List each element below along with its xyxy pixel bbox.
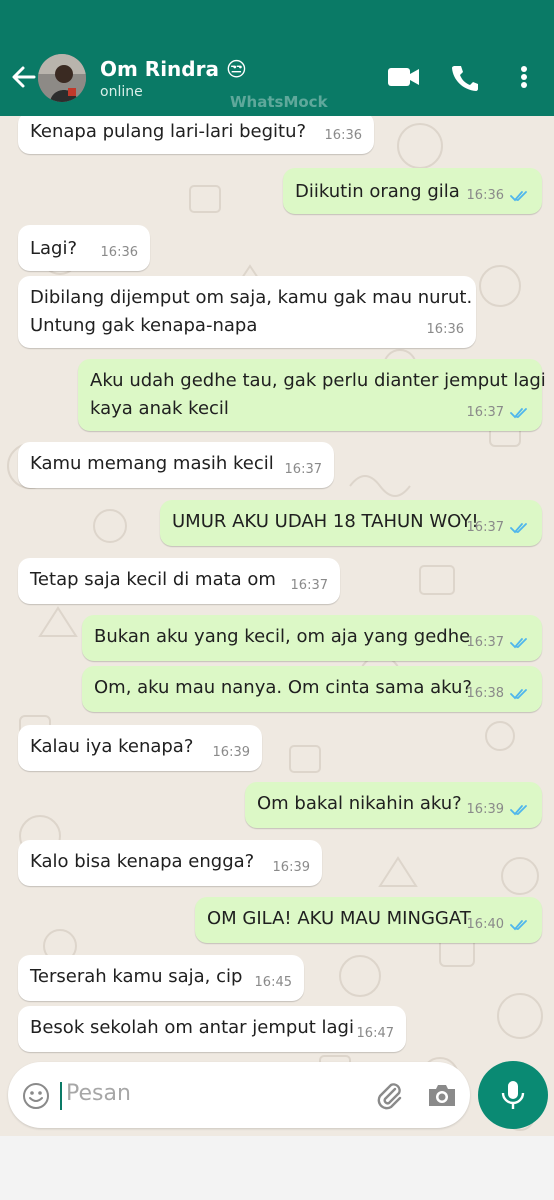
message-bubble-incoming[interactable]: Terserah kamu saja, cip 16:45	[18, 955, 304, 1001]
message-composer[interactable]: Pesan	[8, 1062, 470, 1128]
message-meta: 16:47	[357, 1020, 394, 1048]
message-time: 16:39	[272, 860, 310, 875]
message-bubble-outgoing[interactable]: Aku udah gedhe tau, gak perlu dianter je…	[78, 359, 546, 431]
microphone-icon	[501, 1081, 525, 1109]
camera-icon[interactable]	[426, 1080, 458, 1110]
double-check-icon	[510, 689, 527, 700]
message-text: Besok sekolah om antar jemput lagi	[30, 1017, 354, 1038]
double-check-icon	[510, 523, 527, 534]
message-meta: 16:37	[285, 456, 322, 484]
message-bubble-incoming[interactable]: Dibilang dijemput om saja, kamu gak mau …	[18, 276, 476, 348]
paperclip-icon[interactable]	[374, 1080, 404, 1110]
message-time: 16:39	[466, 802, 504, 817]
message-text-line2: Untung gak kenapa-napa	[30, 315, 258, 336]
message-meta: 16:37	[467, 629, 530, 657]
message-meta: 16:45	[255, 969, 292, 997]
double-check-icon	[510, 191, 527, 202]
message-input[interactable]: Pesan	[66, 1081, 131, 1106]
watermark: WhatsMock	[230, 93, 328, 111]
message-bubble-incoming[interactable]: Tetap saja kecil di mata om 16:37	[18, 558, 340, 604]
message-bubble-outgoing[interactable]: Om bakal nikahin aku? 16:39	[245, 782, 542, 828]
message-time: 16:37	[290, 578, 328, 593]
message-bubble-incoming[interactable]: Kamu memang masih kecil 16:37	[18, 442, 334, 488]
message-text: Lagi?	[30, 238, 78, 259]
message-bubble-incoming[interactable]: Kalo bisa kenapa engga? 16:39	[18, 840, 322, 886]
contact-name-text: Om Rindra	[100, 57, 219, 81]
message-time: 16:37	[466, 635, 504, 650]
message-bubble-outgoing[interactable]: Om, aku mau nanya. Om cinta sama aku? 16…	[82, 666, 542, 712]
message-meta: 16:36	[101, 239, 138, 267]
message-meta: 16:39	[213, 739, 250, 767]
message-text: Kenapa pulang lari-lari begitu?	[30, 121, 307, 142]
message-time: 16:39	[212, 745, 250, 760]
message-time: 16:36	[100, 245, 138, 260]
message-bubble-incoming[interactable]: Kenapa pulang lari-lari begitu? 16:36	[18, 116, 374, 154]
microphone-button[interactable]	[478, 1061, 548, 1129]
message-meta: 16:36	[427, 316, 464, 344]
arrow-left-icon[interactable]	[10, 62, 38, 92]
message-bubble-outgoing[interactable]: Bukan aku yang kecil, om aja yang gedhe …	[82, 615, 542, 661]
chat-area[interactable]: Kenapa pulang lari-lari begitu? 16:36 Di…	[0, 116, 554, 1136]
message-bubble-incoming[interactable]: Besok sekolah om antar jemput lagi 16:47	[18, 1006, 406, 1052]
message-text: Diikutin orang gila	[295, 181, 460, 202]
message-meta: 16:37	[467, 514, 530, 542]
more-vertical-icon[interactable]	[514, 62, 534, 92]
message-text: Bukan aku yang kecil, om aja yang gedhe	[94, 626, 471, 647]
message-bubble-incoming[interactable]: Lagi? 16:36	[18, 225, 150, 271]
contact-emoji: 😒	[225, 57, 247, 81]
message-time: 16:36	[466, 188, 504, 203]
text-cursor	[60, 1082, 62, 1110]
message-time: 16:36	[426, 322, 464, 337]
message-time: 16:37	[466, 405, 504, 420]
phone-call-icon[interactable]	[450, 62, 478, 92]
message-meta: 16:36	[325, 122, 362, 150]
video-call-icon[interactable]	[386, 62, 422, 92]
message-text: Dibilang dijemput om saja, kamu gak mau …	[30, 287, 473, 308]
bottom-strip	[0, 1136, 554, 1200]
message-meta: 16:37	[467, 399, 530, 427]
double-check-icon	[510, 920, 527, 931]
avatar-photo	[38, 54, 86, 102]
message-time: 16:37	[466, 520, 504, 535]
message-meta: 16:38	[467, 680, 530, 708]
contact-name[interactable]: Om Rindra 😒	[100, 57, 247, 81]
message-meta: 16:40	[467, 911, 530, 939]
message-time: 16:45	[254, 975, 292, 990]
message-text: Kalau iya kenapa?	[30, 736, 194, 757]
message-text: Kalo bisa kenapa engga?	[30, 851, 255, 872]
message-time: 16:47	[356, 1026, 394, 1041]
double-check-icon	[510, 638, 527, 649]
double-check-icon	[510, 805, 527, 816]
message-text: Tetap saja kecil di mata om	[30, 569, 276, 590]
message-bubble-outgoing[interactable]: OM GILA! AKU MAU MINGGAT 16:40	[195, 897, 542, 943]
message-time: 16:37	[284, 462, 322, 477]
message-text: UMUR AKU UDAH 18 TAHUN WOY!	[172, 511, 479, 532]
avatar[interactable]	[38, 54, 86, 102]
contact-status: online	[100, 84, 143, 100]
message-bubble-outgoing[interactable]: Diikutin orang gila 16:36	[283, 168, 542, 214]
message-text: Terserah kamu saja, cip	[30, 966, 243, 987]
message-text-line2: kaya anak kecil	[90, 398, 229, 419]
message-meta: 16:39	[467, 796, 530, 824]
message-meta: 16:37	[291, 572, 328, 600]
message-text: Kamu memang masih kecil	[30, 453, 274, 474]
message-meta: 16:39	[273, 854, 310, 882]
message-text: OM GILA! AKU MAU MINGGAT	[207, 908, 471, 929]
message-time: 16:38	[466, 686, 504, 701]
double-check-icon	[510, 408, 527, 419]
message-text: Om bakal nikahin aku?	[257, 793, 462, 814]
chat-header: Om Rindra 😒 online WhatsMock	[0, 0, 554, 116]
message-bubble-outgoing[interactable]: UMUR AKU UDAH 18 TAHUN WOY! 16:37	[160, 500, 542, 546]
message-meta: 16:36	[467, 182, 530, 210]
emoji-icon[interactable]	[22, 1082, 50, 1110]
message-bubble-incoming[interactable]: Kalau iya kenapa? 16:39	[18, 725, 262, 771]
message-time: 16:36	[324, 128, 362, 143]
message-text: Aku udah gedhe tau, gak perlu dianter je…	[90, 370, 546, 391]
message-text: Om, aku mau nanya. Om cinta sama aku?	[94, 677, 472, 698]
message-time: 16:40	[466, 917, 504, 932]
